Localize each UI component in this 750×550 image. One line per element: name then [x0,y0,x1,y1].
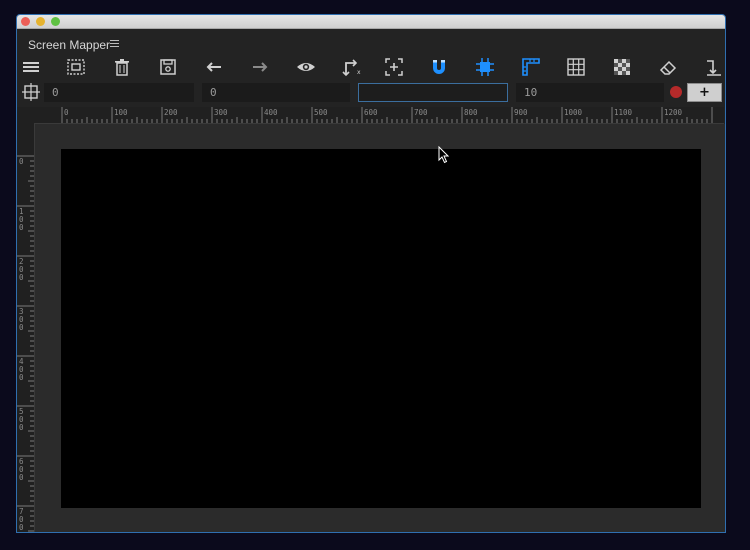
close-window-button[interactable] [21,17,30,26]
ruler-label: 800 [464,108,478,117]
minimize-window-button[interactable] [36,17,45,26]
ruler-label: 600 [364,108,378,117]
chip-icon[interactable] [473,55,497,79]
transform-icon[interactable]: x [340,55,364,79]
ruler-label: 900 [514,108,528,117]
toolbar: x [17,53,725,81]
screen-preview[interactable] [61,149,701,508]
trash-icon[interactable] [110,55,134,79]
ruler-label: 1000 [564,108,583,117]
checkerboard-icon[interactable] [610,55,634,79]
magnet-icon[interactable] [427,55,451,79]
grid-size-field[interactable] [516,83,664,102]
arrow-right-icon[interactable] [248,55,272,79]
grid-icon[interactable] [564,55,588,79]
record-button[interactable] [670,86,682,98]
ruler-label: 0 [19,373,24,382]
corner-arrow-icon[interactable] [701,55,725,79]
eye-icon[interactable] [294,55,318,79]
svg-text:x: x [357,69,361,76]
ruler-label: 0 [19,423,24,432]
hamburger-menu-icon[interactable] [19,55,43,79]
ruler-label: 0 [19,323,24,332]
screen-mapper-window: Screen Mapper x 0 0 10 + 0 100 200 300 4… [16,14,726,533]
canvas-area[interactable] [35,124,725,532]
select-all-icon[interactable] [64,55,88,79]
ruler-label: 0 [19,157,24,166]
ruler-label: 700 [414,108,428,117]
ruler-label: 200 [164,108,178,117]
ruler-label: 300 [214,108,228,117]
arrow-left-icon[interactable] [202,55,226,79]
save-icon[interactable] [156,55,180,79]
ruler-label: 400 [264,108,278,117]
ruler-label: 0 [64,108,69,117]
ruler-label: 100 [114,108,128,117]
x-position-field[interactable] [44,83,194,102]
ruler-label: 0 [19,223,24,232]
eraser-icon[interactable] [656,55,680,79]
ruler-label: 0 [19,273,24,282]
zoom-window-button[interactable] [51,17,60,26]
ruler-label: 0 [19,473,24,482]
vertical-ruler: 0100200300400500600700 [17,123,35,532]
ruler-label: 1200 [664,108,683,117]
panel-title: Screen Mapper [28,38,111,52]
add-button[interactable]: + [687,83,722,102]
ruler-label: 500 [314,108,328,117]
horizontal-ruler: 0 100 200 300 400 500 600 700 800 900 1000 1100 1200 [34,107,724,124]
name-field[interactable] [358,83,508,102]
ruler-label: 0 [19,523,24,532]
ruler-label: 1100 [614,108,633,117]
panel-menu-icon[interactable] [110,39,119,48]
add-frame-icon[interactable] [382,55,406,79]
position-anchor-icon [22,83,40,101]
mouse-cursor-icon [438,146,450,164]
y-position-field[interactable] [202,83,350,102]
ruler-corner [17,107,34,123]
window-titlebar[interactable] [17,15,725,29]
ruler-icon[interactable] [519,55,543,79]
